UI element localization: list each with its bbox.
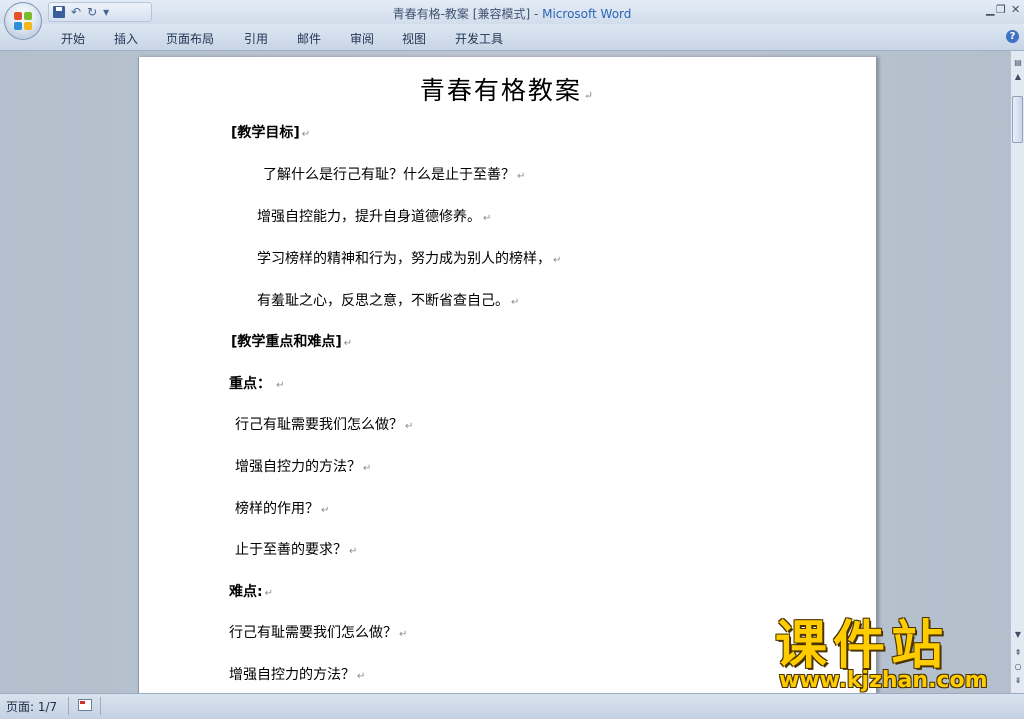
watermark-brand: 课件站 (775, 616, 950, 676)
watermark-url: www.kjzhan.com (779, 668, 988, 693)
paragraph: 难点: ↵ (229, 584, 273, 600)
language-icon[interactable] (78, 699, 92, 711)
paragraph: 增强自控力的方法？ ↵ (235, 459, 372, 475)
minimize-icon[interactable]: ▁ (986, 3, 994, 16)
tab-mailings[interactable]: 邮件 (297, 30, 321, 47)
window-title: 青春有格-教案 [兼容模式] - Microsoft Word (0, 5, 1024, 22)
compat-mode: [兼容模式] (472, 7, 531, 21)
tab-review[interactable]: 审阅 (350, 30, 374, 47)
previous-page-icon[interactable]: ⇞ (1012, 647, 1024, 659)
document-title: 青春有格教案 ↵ (419, 76, 596, 105)
ribbon-tabs: 开始 插入 页面布局 引用 邮件 审阅 视图 开发工具 ? (0, 24, 1024, 51)
tab-developer[interactable]: 开发工具 (455, 30, 503, 47)
office-button[interactable] (4, 2, 42, 40)
paragraph: 行己有耻需要我们怎么做？ ↵ (229, 625, 408, 641)
tab-view[interactable]: 视图 (402, 30, 426, 47)
scroll-down-icon[interactable]: ▼ (1012, 629, 1024, 641)
page-indicator[interactable]: 页面: 1/7 (6, 698, 57, 715)
app-name: Microsoft Word (542, 7, 632, 21)
paragraph: [教学目标] ↵ (231, 125, 311, 141)
tab-references[interactable]: 引用 (244, 30, 268, 47)
paragraph: [教学重点和难点] ↵ (231, 334, 353, 350)
office-logo-icon (14, 12, 32, 30)
paragraph: 重点： ↵ (229, 376, 285, 392)
vertical-scrollbar[interactable]: ▤ ▲ ▼ ⇞ ○ ⇟ (1010, 51, 1024, 693)
paragraph: 了解什么是行己有耻？什么是止于至善？ ↵ (263, 167, 526, 183)
status-divider (68, 697, 69, 715)
tab-page-layout[interactable]: 页面布局 (166, 30, 214, 47)
select-browse-object-icon[interactable]: ○ (1012, 661, 1024, 673)
document-workspace: 青春有格教案 ↵ [教学目标] ↵ 了解什么是行己有耻？什么是止于至善？ ↵ 增强自控… (0, 51, 1010, 693)
tab-home[interactable]: 开始 (61, 30, 85, 47)
status-divider (100, 697, 101, 715)
watermark-logo: 课件站 www.kjzhan.com (775, 616, 1003, 693)
document-name: 青春有格-教案 (392, 7, 469, 21)
title-bar: ↶ ↻ ▾ 青春有格-教案 [兼容模式] - Microsoft Word ▁ … (0, 0, 1024, 24)
next-page-icon[interactable]: ⇟ (1012, 675, 1024, 687)
paragraph: 有羞耻之心，反思之意，不断省查自己。 ↵ (257, 293, 520, 309)
title-separator: - (530, 7, 543, 21)
close-icon[interactable]: ✕ (1011, 3, 1020, 16)
document-page[interactable]: 青春有格教案 ↵ [教学目标] ↵ 了解什么是行己有耻？什么是止于至善？ ↵ 增强自控… (138, 57, 877, 693)
scroll-up-icon[interactable]: ▲ (1012, 71, 1024, 83)
tab-insert[interactable]: 插入 (114, 30, 138, 47)
scroll-thumb[interactable] (1012, 96, 1023, 143)
paragraph: 止于至善的要求？ ↵ (235, 542, 358, 558)
restore-icon[interactable]: ❐ (996, 3, 1006, 16)
status-bar: 页面: 1/7 (0, 693, 1024, 719)
paragraph: 行己有耻需要我们怎么做？ ↵ (235, 417, 414, 433)
help-icon[interactable]: ? (1006, 30, 1019, 43)
paragraph: 增强自控能力，提升自身道德修养。 ↵ (257, 209, 492, 225)
paragraph: 榜样的作用？ ↵ (235, 501, 330, 517)
paragraph: 学习榜样的精神和行为，努力成为别人的榜样， ↵ (257, 251, 562, 267)
paragraph: 增强自控力的方法？ ↵ (229, 667, 366, 683)
ruler-toggle-icon[interactable]: ▤ (1012, 57, 1024, 69)
